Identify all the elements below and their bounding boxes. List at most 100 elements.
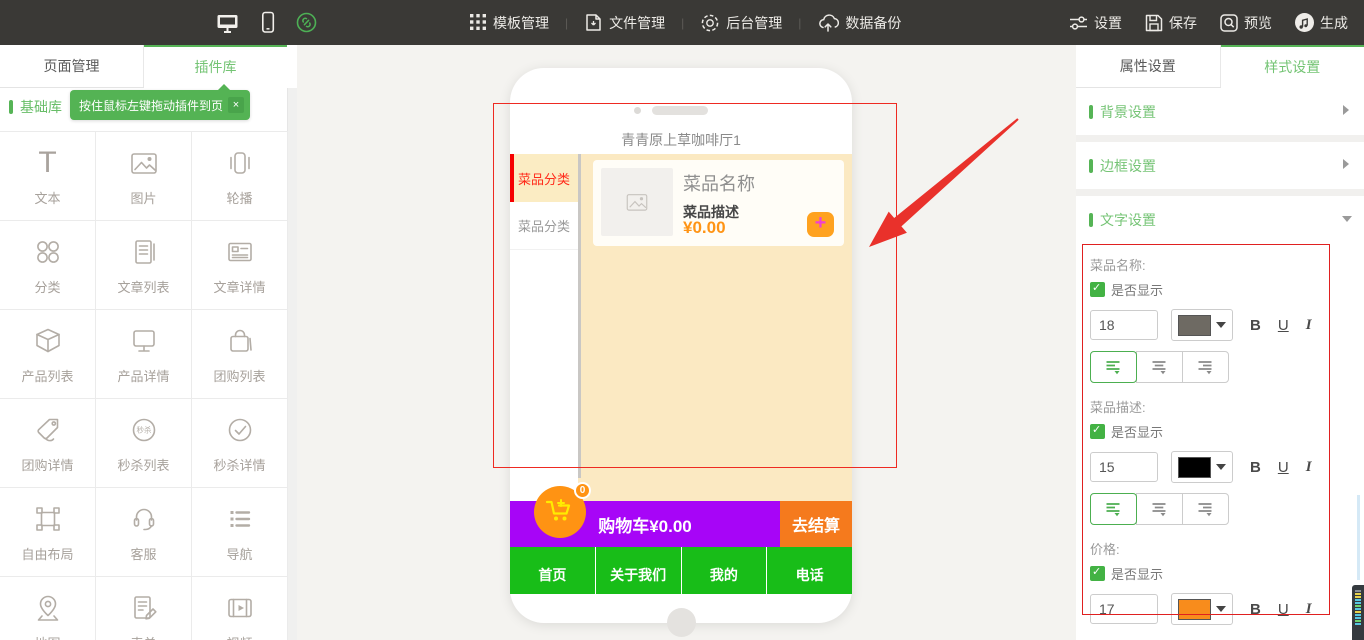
preview-button[interactable]: 预览 xyxy=(1219,13,1272,33)
plugin-item-category[interactable]: 分类 xyxy=(0,221,96,310)
dropdown-arrow-icon xyxy=(1216,464,1226,470)
plugin-item-article-detail[interactable]: 文章详情 xyxy=(192,221,288,310)
link-mode-button[interactable] xyxy=(296,12,317,33)
menu-label: 数据备份 xyxy=(845,13,901,33)
bold-button[interactable]: B xyxy=(1250,317,1261,334)
underline-button[interactable]: U xyxy=(1278,459,1289,476)
home-button[interactable] xyxy=(667,608,696,637)
color-dropdown-dish-name[interactable] xyxy=(1171,309,1233,341)
tab-property-settings[interactable]: 属性设置 xyxy=(1076,45,1221,87)
library-label: 基础库 xyxy=(20,97,62,117)
italic-button[interactable]: I xyxy=(1306,601,1312,618)
plugin-item-video[interactable]: 视频 xyxy=(192,577,288,640)
menu-template-manage[interactable]: 模板管理 xyxy=(470,13,549,33)
mobile-preview-button[interactable] xyxy=(260,11,276,34)
bottom-nav: 首页 关于我们 我的 电话 xyxy=(510,547,852,594)
dish-list-area[interactable]: 菜品名称 菜品描述 ¥0.00 + xyxy=(578,154,852,501)
action-label: 设置 xyxy=(1094,13,1122,33)
generate-button[interactable]: 生成 xyxy=(1294,12,1348,33)
italic-button[interactable]: I xyxy=(1306,459,1312,476)
plugin-item-product-detail[interactable]: 产品详情 xyxy=(96,310,192,399)
menu-file-manage[interactable]: 文件管理 xyxy=(584,13,665,33)
minimap-scrollbar-widget[interactable] xyxy=(1352,585,1364,640)
action-label: 保存 xyxy=(1169,13,1197,33)
nav-item-phone[interactable]: 电话 xyxy=(767,547,852,594)
plugin-item-seckill-detail[interactable]: 秒杀详情 xyxy=(192,399,288,488)
font-size-input-price[interactable] xyxy=(1090,594,1158,624)
bold-button[interactable]: B xyxy=(1250,459,1261,476)
editor-canvas[interactable]: 青青原上草咖啡厅1 菜品分类 菜品分类 菜品名称 菜品描述 ¥0.00 + xyxy=(297,45,1076,640)
cart-bar: 购物车¥0.00 去结算 0 xyxy=(510,501,852,547)
plugin-item-groupbuy-detail[interactable]: 团购详情 xyxy=(0,399,96,488)
plugin-item-nav[interactable]: 导航 xyxy=(192,488,288,577)
color-dropdown-price[interactable] xyxy=(1171,593,1233,625)
add-to-cart-button[interactable]: + xyxy=(807,212,834,237)
library-section-header: 基础库 xyxy=(9,97,62,117)
phone-camera-dot xyxy=(634,107,641,114)
align-left-button[interactable] xyxy=(1090,351,1137,383)
section-background-settings[interactable]: 背景设置 xyxy=(1076,88,1364,135)
plugin-item-groupbuy-list[interactable]: 团购列表 xyxy=(192,310,288,399)
color-swatch xyxy=(1178,599,1211,620)
checkbox-show-dish-name[interactable] xyxy=(1090,282,1105,297)
menu-label: 模板管理 xyxy=(493,13,549,33)
underline-button[interactable]: U xyxy=(1278,317,1289,334)
dish-card[interactable]: 菜品名称 菜品描述 ¥0.00 + xyxy=(593,160,844,246)
plugin-item-image[interactable]: 图片 xyxy=(96,132,192,221)
nav-item-about[interactable]: 关于我们 xyxy=(596,547,682,594)
field-label-price: 价格: xyxy=(1090,539,1364,558)
font-size-input-dish-desc[interactable] xyxy=(1090,452,1158,482)
align-right-button[interactable] xyxy=(1182,493,1229,525)
section-divider xyxy=(1076,189,1364,196)
tab-plugin-library[interactable]: 插件库 xyxy=(144,45,287,88)
category-item[interactable]: 菜品分类 xyxy=(510,202,578,250)
desktop-preview-button[interactable] xyxy=(215,12,240,34)
tab-page-manage[interactable]: 页面管理 xyxy=(0,45,144,87)
dish-list-scrollbar[interactable] xyxy=(578,154,581,478)
page-title[interactable]: 青青原上草咖啡厅1 xyxy=(510,126,852,154)
checkout-button[interactable]: 去结算 xyxy=(780,501,852,547)
plugin-item-form[interactable]: 表单 xyxy=(96,577,192,640)
checkbox-show-dish-desc[interactable] xyxy=(1090,424,1105,439)
headset-icon xyxy=(128,501,160,537)
close-icon[interactable]: × xyxy=(228,97,244,113)
category-item-selected[interactable]: 菜品分类 xyxy=(510,154,578,202)
nav-item-mine[interactable]: 我的 xyxy=(682,547,768,594)
device-preview-switch xyxy=(215,0,317,45)
align-center-button[interactable] xyxy=(1136,351,1183,383)
tooltip-text: 按住鼠标左键拖动插件到页 xyxy=(79,97,223,114)
plugin-item-free-layout[interactable]: 自由布局 xyxy=(0,488,96,577)
left-panel-scrollbar[interactable] xyxy=(287,88,297,640)
right-panel-scrollbar[interactable] xyxy=(1357,495,1360,580)
section-text-settings[interactable]: 文字设置 xyxy=(1076,196,1364,243)
font-size-input-dish-name[interactable] xyxy=(1090,310,1158,340)
plugin-item-product-list[interactable]: 产品列表 xyxy=(0,310,96,399)
menu-data-backup[interactable]: 数据备份 xyxy=(817,13,901,33)
video-icon xyxy=(224,590,256,626)
settings-button[interactable]: 设置 xyxy=(1068,13,1122,33)
underline-button[interactable]: U xyxy=(1278,601,1289,618)
plugin-item-seckill-list[interactable]: 秒杀秒杀列表 xyxy=(96,399,192,488)
section-border-settings[interactable]: 边框设置 xyxy=(1076,142,1364,189)
nav-item-home[interactable]: 首页 xyxy=(510,547,596,594)
tab-style-settings[interactable]: 样式设置 xyxy=(1221,45,1364,88)
align-right-button[interactable] xyxy=(1182,351,1229,383)
plugin-item-carousel[interactable]: 轮播 xyxy=(192,132,288,221)
free-layout-icon xyxy=(32,501,64,537)
field-label-dish-name: 菜品名称: xyxy=(1090,255,1364,274)
italic-button[interactable]: I xyxy=(1306,317,1312,334)
plugin-item-service[interactable]: 客服 xyxy=(96,488,192,577)
checkbox-show-price[interactable] xyxy=(1090,566,1105,581)
svg-text:秒杀: 秒杀 xyxy=(136,425,151,435)
plugin-item-article-list[interactable]: 文章列表 xyxy=(96,221,192,310)
align-left-button[interactable] xyxy=(1090,493,1137,525)
plugin-item-map[interactable]: 地图 xyxy=(0,577,96,640)
save-button[interactable]: 保存 xyxy=(1144,13,1197,33)
align-center-button[interactable] xyxy=(1136,493,1183,525)
bold-button[interactable]: B xyxy=(1250,601,1261,618)
plugin-item-text[interactable]: T文本 xyxy=(0,132,96,221)
color-dropdown-dish-desc[interactable] xyxy=(1171,451,1233,483)
menu-backend-manage[interactable]: 后台管理 xyxy=(700,13,782,33)
color-swatch xyxy=(1178,315,1211,336)
cart-count-badge: 0 xyxy=(574,482,591,499)
